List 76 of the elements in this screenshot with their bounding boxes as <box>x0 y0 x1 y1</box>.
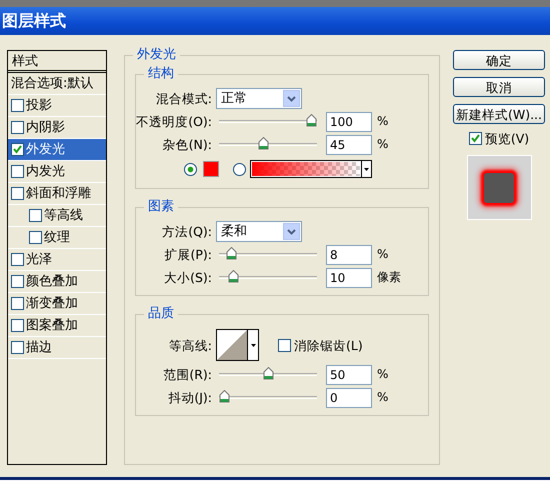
unit-label: % <box>377 367 388 382</box>
value-field[interactable]: 10 <box>326 268 372 288</box>
radio-button[interactable] <box>233 162 246 176</box>
value-field[interactable]: 0 <box>326 388 372 408</box>
style-item[interactable]: 描边 <box>8 337 106 359</box>
value-field[interactable]: 45 <box>326 134 372 154</box>
dropdown[interactable]: 正常 <box>216 88 302 109</box>
group-title: 图素 <box>144 199 178 215</box>
checkbox[interactable] <box>11 297 24 310</box>
field-label: 等高线: <box>168 338 213 352</box>
checkbox[interactable] <box>11 319 24 332</box>
slider-thumb[interactable] <box>219 389 230 402</box>
preview-drawing <box>466 155 532 220</box>
unit-label: % <box>377 114 388 129</box>
checkbox[interactable] <box>11 253 24 266</box>
checkbox[interactable] <box>11 143 24 156</box>
field-label: 大小(S): <box>163 270 213 285</box>
gradient-picker[interactable] <box>250 160 372 178</box>
checkbox[interactable] <box>29 231 42 244</box>
window-title: 图层样式 <box>2 11 66 31</box>
style-item[interactable]: 外发光 <box>8 139 106 161</box>
caret-icon <box>364 168 369 170</box>
unit-label: 像素 <box>377 270 401 285</box>
unit-label: % <box>377 390 388 405</box>
radio-button[interactable] <box>184 162 197 176</box>
style-item[interactable]: 纹理 <box>8 227 106 249</box>
value-field[interactable]: 8 <box>326 244 372 264</box>
checkbox[interactable] <box>11 275 24 288</box>
style-item[interactable]: 渐变叠加 <box>8 293 106 315</box>
style-item[interactable]: 颜色叠加 <box>8 271 106 293</box>
style-item[interactable]: 斜面和浮雕 <box>8 183 106 205</box>
slider-thumb[interactable] <box>228 269 239 282</box>
checkbox[interactable] <box>11 121 24 134</box>
unit-label: % <box>377 247 388 262</box>
slider-thumb[interactable] <box>258 136 270 149</box>
slider-thumb[interactable] <box>226 246 237 259</box>
style-item[interactable]: 等高线 <box>8 205 106 227</box>
group-title: 结构 <box>144 66 178 82</box>
checkbox[interactable] <box>11 165 24 178</box>
field-label: 不透明度(O): <box>136 114 213 129</box>
checkbox-label: 消除锯齿(L) <box>294 338 363 352</box>
contour-picker[interactable] <box>216 329 259 361</box>
field-label: 方法(Q): <box>161 224 213 239</box>
checkbox-label: 预览(V) <box>484 131 530 146</box>
group-title: 品质 <box>144 306 178 322</box>
dialog-button[interactable]: 取消 <box>453 77 545 97</box>
field-label: 杂色(N): <box>162 137 213 152</box>
caret-icon <box>287 228 296 234</box>
checkbox[interactable] <box>468 132 482 145</box>
style-item[interactable]: 图案叠加 <box>8 315 106 337</box>
list-header: 样式 <box>8 51 106 73</box>
checkbox[interactable] <box>11 341 24 354</box>
slider-thumb[interactable] <box>262 366 274 379</box>
panel-title: 外发光 <box>133 47 180 63</box>
field-label: 混合模式: <box>154 91 213 106</box>
checkbox[interactable] <box>11 187 24 200</box>
style-item[interactable]: 光泽 <box>8 249 106 271</box>
style-item[interactable]: 内发光 <box>8 161 106 183</box>
style-item[interactable]: 投影 <box>8 95 106 117</box>
field-label: 抖动(J): <box>167 390 213 405</box>
dropdown[interactable]: 柔和 <box>216 221 302 242</box>
dialog-button[interactable]: 确定 <box>453 50 545 70</box>
dialog-button[interactable]: 新建样式(W)... <box>453 104 545 124</box>
color-swatch[interactable] <box>203 161 219 177</box>
checkbox[interactable] <box>278 338 291 352</box>
field-label: 扩展(P): <box>163 247 213 262</box>
field-label: 范围(R): <box>162 367 213 382</box>
checkbox[interactable] <box>29 209 42 222</box>
caret-icon <box>287 96 296 102</box>
slider-thumb[interactable] <box>306 113 317 126</box>
caret-icon <box>250 344 256 346</box>
style-item[interactable]: 混合选项:默认 <box>8 73 106 95</box>
value-field[interactable]: 100 <box>326 112 372 132</box>
checkbox[interactable] <box>11 99 24 112</box>
value-field[interactable]: 50 <box>326 364 372 384</box>
unit-label: % <box>377 137 388 152</box>
